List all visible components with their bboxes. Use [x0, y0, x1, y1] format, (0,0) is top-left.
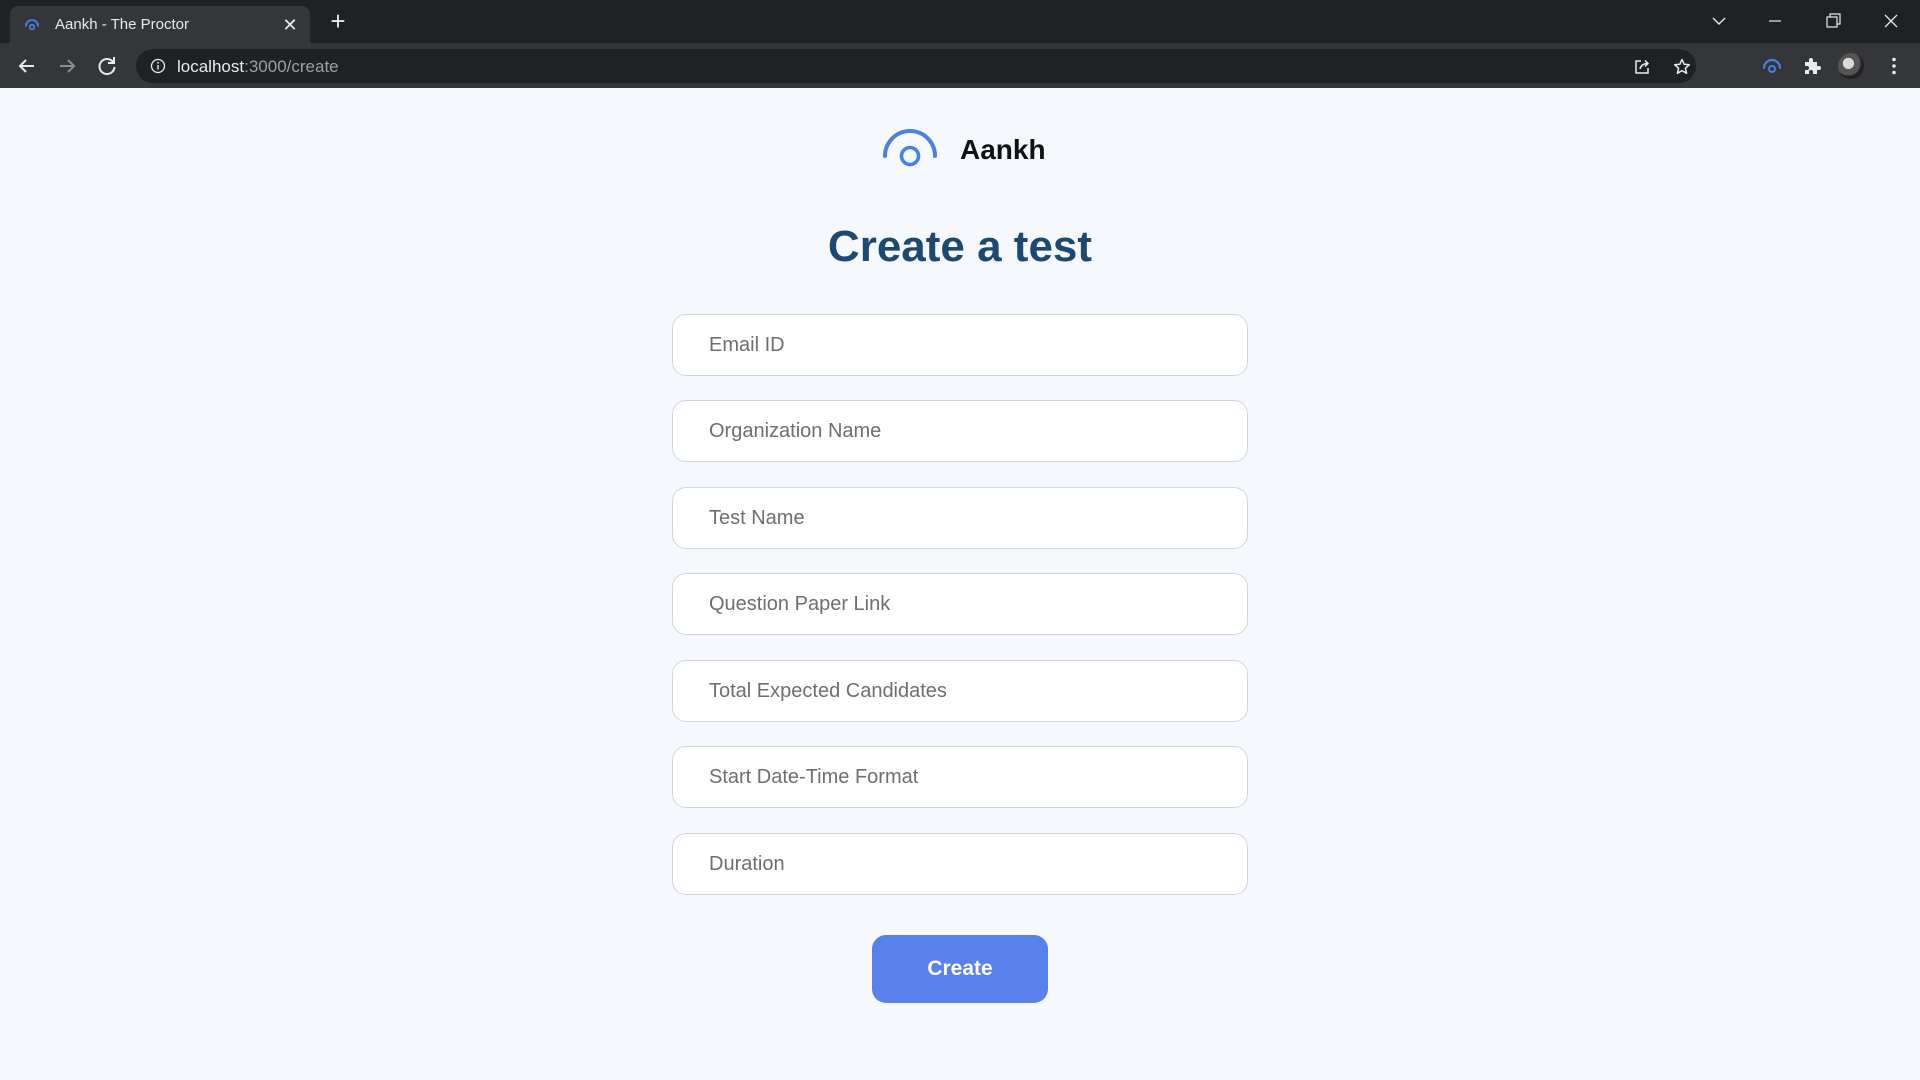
avatar[interactable] [1838, 53, 1864, 79]
reload-icon[interactable] [94, 53, 120, 79]
kebab-menu-icon[interactable] [1882, 54, 1906, 78]
minimize-icon[interactable] [1760, 8, 1790, 34]
url-host: localhost [177, 57, 245, 76]
address-bar[interactable]: localhost:3000/create [136, 49, 1696, 83]
browser-tab[interactable]: Aankh - The Proctor ✕ [10, 6, 310, 43]
page-title: Create a test [827, 222, 1093, 271]
forward-arrow-icon[interactable] [54, 53, 80, 79]
extension-eye-icon[interactable] [1760, 54, 1784, 78]
browser-toolbar: localhost:3000/create [0, 43, 1920, 88]
close-icon[interactable]: ✕ [280, 15, 300, 35]
tab-title: Aankh - The Proctor [55, 16, 189, 33]
share-icon[interactable] [1632, 57, 1652, 77]
expected-candidates-field[interactable] [672, 660, 1248, 722]
close-window-icon[interactable] [1876, 8, 1906, 34]
create-button[interactable]: Create [872, 935, 1048, 1003]
brand-name: Aankh [960, 134, 1046, 165]
organization-name-field[interactable] [672, 400, 1248, 462]
eye-logo-icon [883, 129, 937, 167]
eye-logo-icon [25, 19, 39, 31]
star-icon[interactable] [1672, 57, 1692, 77]
email-field[interactable] [672, 314, 1248, 376]
restore-icon[interactable] [1818, 8, 1848, 34]
test-name-field[interactable] [672, 487, 1248, 549]
puzzle-icon[interactable] [1800, 54, 1824, 78]
url-text[interactable]: localhost:3000/create [177, 57, 339, 77]
browser-tab-bar: Aankh - The Proctor ✕ + [0, 0, 1920, 43]
chevron-down-icon[interactable] [1704, 8, 1734, 34]
plus-icon[interactable]: + [326, 8, 350, 34]
back-arrow-icon[interactable] [14, 53, 40, 79]
duration-field[interactable] [672, 833, 1248, 895]
url-path: :3000/create [244, 57, 339, 76]
question-paper-link-field[interactable] [672, 573, 1248, 635]
brand-header: Aankh [882, 128, 1082, 170]
start-datetime-field[interactable] [672, 746, 1248, 808]
info-icon[interactable] [150, 58, 166, 74]
